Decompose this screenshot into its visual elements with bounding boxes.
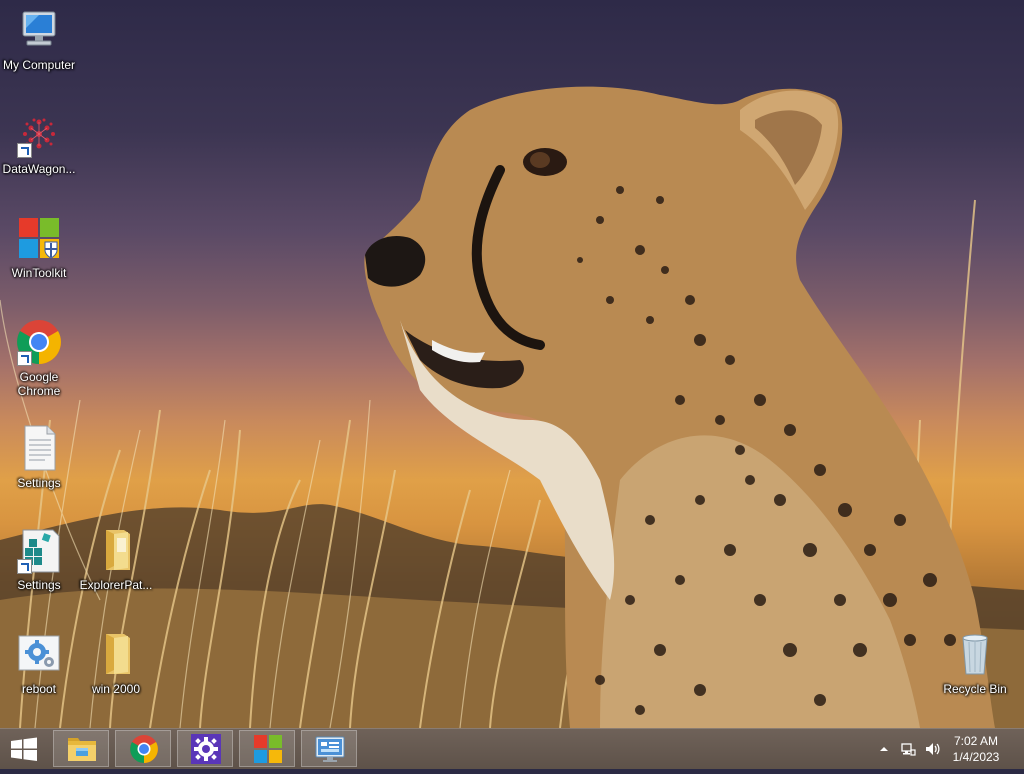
desktop-icon-settings-document[interactable]: Settings bbox=[0, 424, 81, 490]
desktop-icon-wintoolkit[interactable]: WinToolkit bbox=[0, 214, 81, 280]
chrome-icon bbox=[130, 735, 158, 763]
chrome-icon bbox=[15, 318, 63, 366]
document-icon bbox=[15, 424, 63, 472]
taskbar-control-panel[interactable] bbox=[301, 730, 357, 767]
desktop-icon-label: My Computer bbox=[2, 58, 76, 72]
wintoolkit-icon bbox=[15, 214, 63, 262]
start-button[interactable] bbox=[0, 729, 48, 769]
desktop-icon-settings-registry[interactable]: Settings bbox=[0, 526, 81, 592]
desktop-icon-google-chrome[interactable]: Google Chrome bbox=[0, 318, 81, 398]
desktop-icon-label: ExplorerPat... bbox=[79, 578, 153, 592]
registry-icon bbox=[15, 526, 63, 574]
desktop-icon-label: Recycle Bin bbox=[943, 682, 1007, 696]
shortcut-arrow-icon bbox=[17, 559, 32, 574]
desktop-icon-label: Settings bbox=[17, 476, 61, 490]
system-tray: 7:02 AM 1/4/2023 bbox=[864, 729, 1024, 769]
windows-start-icon bbox=[11, 737, 37, 761]
folder-icon bbox=[92, 630, 140, 678]
cheetah-wallpaper-image bbox=[0, 86, 1024, 728]
desktop-icon-label: win 2000 bbox=[91, 682, 141, 696]
settings-gear-icon bbox=[191, 734, 221, 764]
clock-date: 1/4/2023 bbox=[952, 750, 1000, 764]
taskbar-settings[interactable] bbox=[177, 730, 233, 767]
control-panel-icon bbox=[315, 736, 345, 762]
windows-logo-icon bbox=[254, 735, 282, 763]
desktop-icon-my-computer[interactable]: My Computer bbox=[0, 6, 81, 72]
desktop-icon-recycle-bin[interactable]: Recycle Bin bbox=[933, 630, 1017, 696]
desktop-icon-label: Settings bbox=[17, 578, 61, 592]
taskbar-chrome[interactable] bbox=[115, 730, 171, 767]
desktop-wallpaper bbox=[0, 0, 1024, 728]
taskbar-file-explorer[interactable] bbox=[53, 730, 109, 767]
desktop-icon-win-2000[interactable]: win 2000 bbox=[74, 630, 158, 696]
desktop-icon-label: Google Chrome bbox=[17, 370, 61, 398]
gear-icon bbox=[15, 630, 63, 678]
file-explorer-icon bbox=[68, 738, 96, 761]
desktop-icon-label: WinToolkit bbox=[11, 266, 67, 280]
network-icon[interactable] bbox=[900, 741, 916, 757]
recycle-bin-icon bbox=[951, 630, 999, 678]
show-hidden-icons-icon[interactable] bbox=[876, 741, 892, 757]
shortcut-arrow-icon bbox=[17, 351, 32, 366]
folder-icon bbox=[92, 526, 140, 574]
desktop-icon-label: reboot bbox=[21, 682, 57, 696]
shortcut-arrow-icon bbox=[17, 143, 32, 158]
taskbar-windows-app[interactable] bbox=[239, 730, 295, 767]
desktop-icon-label: DataWagon... bbox=[2, 162, 76, 176]
volume-icon[interactable] bbox=[924, 741, 940, 757]
desktop-icon-explorerpat[interactable]: ExplorerPat... bbox=[74, 526, 158, 592]
datawagon-icon bbox=[15, 110, 63, 158]
desktop-icon-datawagon[interactable]: DataWagon... bbox=[0, 110, 81, 176]
taskbar: 7:02 AM 1/4/2023 bbox=[0, 728, 1024, 769]
clock-time: 7:02 AM bbox=[953, 734, 999, 748]
taskbar-clock[interactable]: 7:02 AM 1/4/2023 bbox=[944, 733, 1008, 765]
computer-icon bbox=[15, 6, 63, 54]
desktop-icon-reboot[interactable]: reboot bbox=[0, 630, 81, 696]
